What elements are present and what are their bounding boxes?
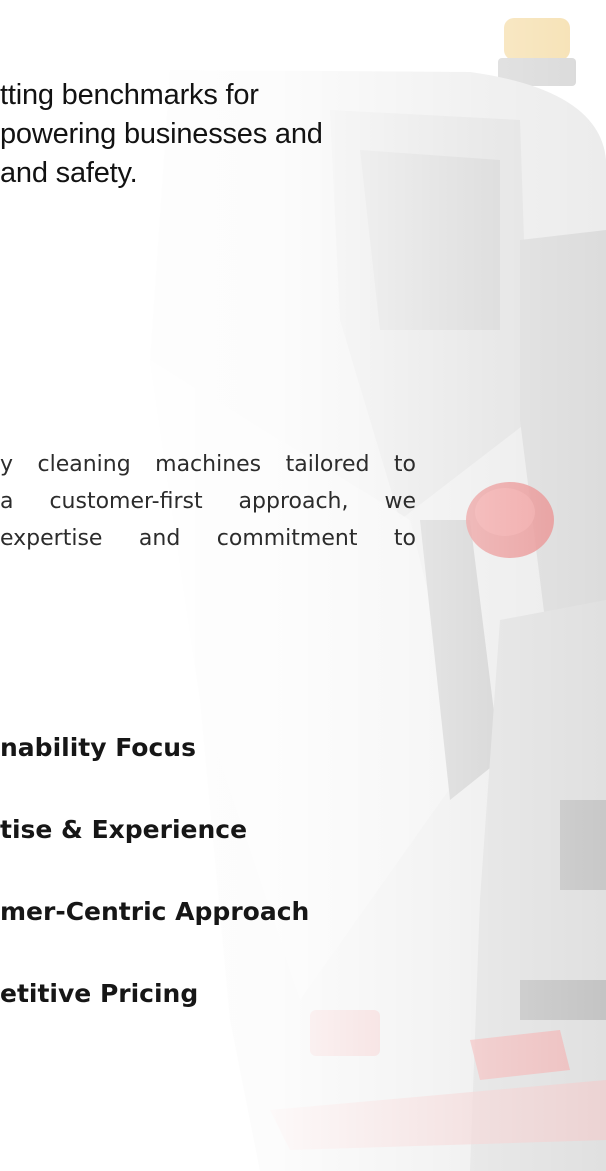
- vision-line: tting benchmarks for: [0, 79, 259, 111]
- feature-item-expertise: tise & Experience: [0, 815, 248, 844]
- feature-item-customer-centric: mer-Centric Approach: [0, 897, 310, 926]
- page-content: tting benchmarks for powering businesses…: [0, 0, 606, 1171]
- feature-list: nability Focus tise & Experience mer-Cen…: [0, 723, 309, 1051]
- vision-line: powering businesses and: [0, 118, 323, 150]
- feature-item-sustainability: nability Focus: [0, 733, 196, 762]
- about-line: expertise and commitment to: [0, 526, 416, 551]
- about-line: y cleaning machines tailored to: [0, 452, 416, 477]
- about-line: a customer-first approach, we: [0, 489, 416, 514]
- about-paragraph: y cleaning machines tailored to a custom…: [0, 446, 416, 557]
- vision-line: and safety.: [0, 157, 138, 189]
- vision-paragraph: tting benchmarks for powering businesses…: [0, 76, 400, 193]
- feature-item-pricing: etitive Pricing: [0, 979, 199, 1008]
